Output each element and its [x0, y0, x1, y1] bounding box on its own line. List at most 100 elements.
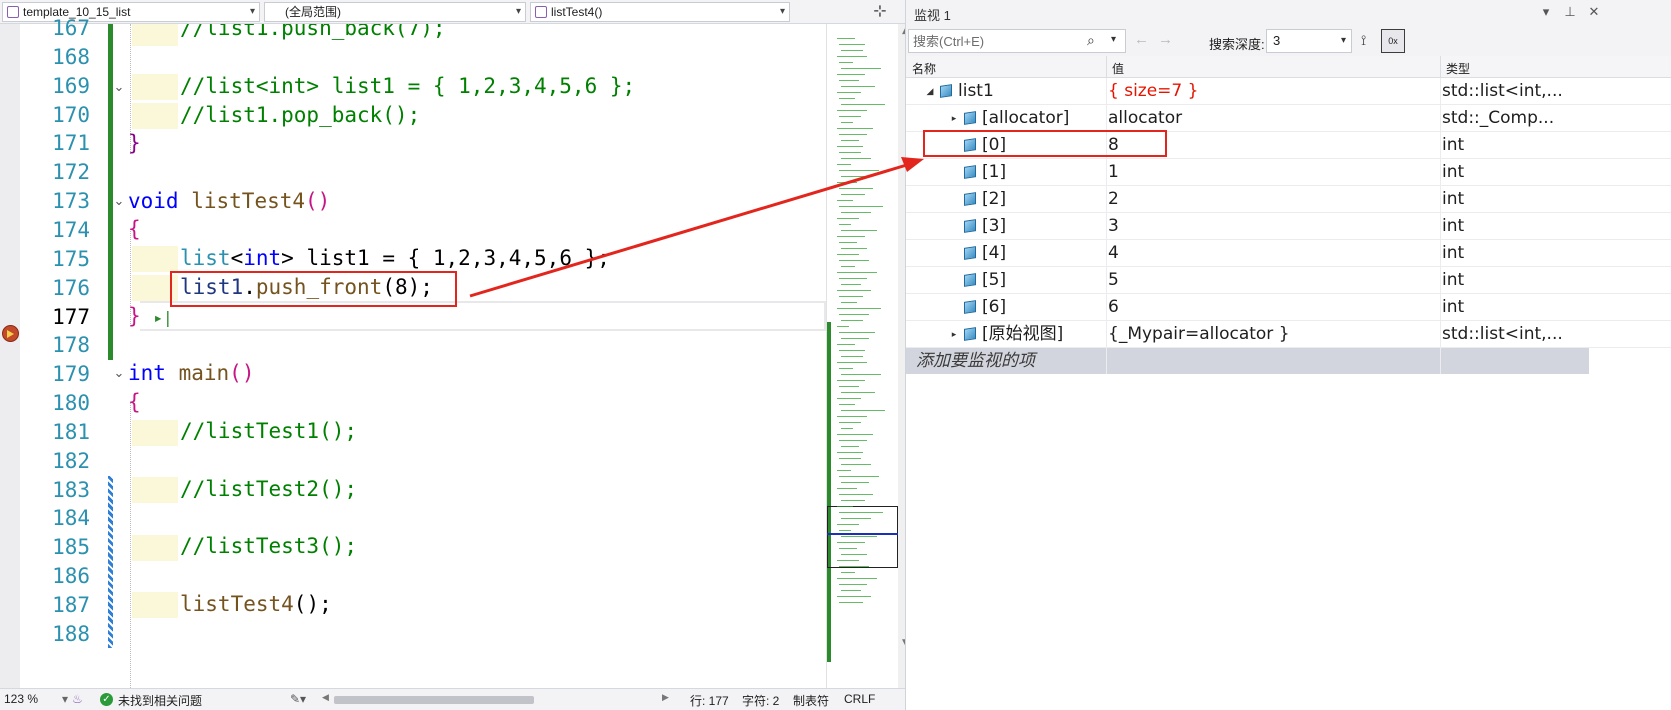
minimap-line — [837, 344, 855, 345]
horizontal-scroll-thumb[interactable] — [334, 696, 534, 704]
column-value-header[interactable]: 值 — [1112, 60, 1124, 77]
column-divider — [1106, 294, 1107, 321]
indicator-margin[interactable] — [0, 24, 20, 688]
chevron-down-icon[interactable]: ▾ — [1111, 34, 1116, 45]
search-depth-dropdown[interactable]: 3 ▾ — [1266, 29, 1352, 53]
watch-row-value[interactable]: 5 — [1108, 267, 1119, 293]
minimap-line — [841, 338, 869, 339]
minimap-line — [839, 350, 865, 351]
search-icon[interactable]: ⌕ — [1087, 32, 1095, 49]
code-minimap[interactable] — [826, 24, 898, 688]
code-line-169: //list<int> list1 = { 1,2,3,4,5,6 }; — [180, 74, 636, 98]
watch-row[interactable]: [5] 5 int — [906, 267, 1671, 294]
watch-row[interactable]: [6] 6 int — [906, 294, 1671, 321]
watch-row-name-cell: ▸ [allocator] — [906, 105, 1070, 132]
minimap-line — [841, 320, 863, 321]
minimap-line — [839, 278, 867, 279]
minimap-line — [839, 44, 865, 45]
split-editor-button[interactable]: ⊹ — [868, 2, 892, 22]
watch-row-name-cell: [6] — [906, 294, 1006, 320]
watch-object-icon — [964, 300, 976, 314]
cleanup-icon[interactable]: ✎▾ — [290, 692, 306, 706]
column-divider — [1106, 267, 1107, 294]
window-menu-icon[interactable]: ▾ — [1538, 4, 1554, 20]
minimap-line — [839, 116, 861, 117]
line-position[interactable]: 行: 177 — [690, 692, 729, 709]
minimap-line — [841, 572, 855, 573]
minimap-line — [839, 512, 883, 513]
column-divider[interactable] — [1440, 56, 1441, 78]
line-number: 188 — [52, 621, 90, 646]
pin-icon[interactable]: ⟟ — [1361, 32, 1366, 49]
minimap-line — [841, 536, 877, 537]
pin-window-icon[interactable]: ⊥ — [1562, 4, 1578, 20]
hex-display-icon[interactable]: 0x — [1381, 29, 1405, 53]
issues-status[interactable]: 未找到相关问题 — [118, 692, 202, 709]
watch-row-value[interactable]: 3 — [1108, 213, 1119, 239]
zoom-dropdown-icon[interactable]: ▾ — [62, 692, 68, 706]
code-line-179: int main() — [128, 361, 255, 385]
add-watch-item[interactable]: 添加要监视的项 — [906, 348, 1589, 374]
search-input[interactable] — [913, 32, 1083, 50]
minimap-line — [839, 188, 873, 189]
expanded-triangle-icon[interactable]: ◢ — [924, 79, 936, 105]
scroll-left-icon[interactable]: ◀ — [322, 692, 329, 703]
watch-row-value[interactable]: 1 — [1108, 159, 1119, 185]
watch-row[interactable]: [2] 2 int — [906, 186, 1671, 213]
minimap-line — [837, 452, 863, 453]
watch-row-name-cell: [4] — [906, 240, 1006, 266]
scope-dropdown-label: (全局范围) — [285, 5, 341, 19]
watch-row-value[interactable]: { size=7 } — [1108, 78, 1198, 104]
column-type-header[interactable]: 类型 — [1446, 60, 1470, 77]
watch-row[interactable]: ▸ [allocator] allocator std::_Comp... — [906, 105, 1671, 132]
minimap-line — [837, 236, 865, 237]
function-dropdown[interactable]: listTest4() ▾ — [530, 2, 790, 22]
column-divider[interactable] — [1106, 56, 1107, 78]
watch-row[interactable]: ▸ [原始视图] {_Mypair=allocator } std::list<int… — [906, 321, 1671, 348]
column-name-header[interactable]: 名称 — [912, 60, 936, 77]
watch-row[interactable]: [4] 4 int — [906, 240, 1671, 267]
line-ending[interactable]: CRLF — [844, 692, 875, 706]
zoom-level[interactable]: 123 % — [4, 692, 38, 706]
scroll-right-icon[interactable]: ▶ — [662, 692, 669, 703]
minimap-line — [839, 206, 883, 207]
watch-row-value[interactable]: 2 — [1108, 186, 1119, 212]
search-field[interactable]: ⌕ ▾ — [908, 29, 1126, 53]
minimap-line — [841, 248, 867, 249]
collapsed-triangle-icon[interactable]: ▸ — [948, 106, 960, 132]
code-line-171: } — [128, 131, 141, 155]
collapsed-triangle-icon[interactable]: ▸ — [948, 322, 960, 348]
line-number: 176 — [52, 275, 90, 300]
watch-row-value[interactable]: 6 — [1108, 294, 1119, 320]
watch-object-icon — [940, 84, 952, 98]
minimap-line — [841, 446, 859, 447]
watch-row-value[interactable]: {_Mypair=allocator } — [1108, 321, 1290, 347]
minimap-line — [837, 506, 853, 507]
watch-row-value[interactable]: 4 — [1108, 240, 1119, 266]
minimap-line — [841, 464, 871, 465]
minimap-line — [837, 182, 857, 183]
minimap-line — [837, 56, 867, 57]
minimap-viewport[interactable] — [827, 506, 898, 568]
column-divider — [1106, 213, 1107, 240]
watch-row[interactable]: ◢ list1 { size=7 } std::list<int,... — [906, 78, 1671, 105]
watch-row[interactable]: [3] 3 int — [906, 213, 1671, 240]
arrow-right-icon[interactable]: → — [1158, 31, 1173, 48]
char-position[interactable]: 字符: 2 — [742, 692, 779, 709]
arrow-left-icon[interactable]: ← — [1134, 31, 1149, 48]
column-divider — [1106, 240, 1107, 267]
horizontal-scrollbar[interactable]: ◀ ▶ — [322, 692, 672, 705]
minimap-line — [839, 566, 869, 567]
watch-row-type: int — [1442, 243, 1465, 263]
ai-assist-icon[interactable]: ♨ — [72, 692, 83, 706]
scope-dropdown[interactable]: (全局范围) ▾ — [264, 2, 526, 22]
watch-row-value[interactable]: allocator — [1108, 105, 1182, 131]
minimap-line — [837, 164, 851, 165]
watch-row[interactable]: [1] 1 int — [906, 159, 1671, 186]
close-icon[interactable]: ✕ — [1586, 4, 1602, 20]
code-line-183: //listTest2(); — [180, 477, 358, 501]
minimap-line — [837, 290, 871, 291]
indent-mode[interactable]: 制表符 — [793, 692, 829, 709]
code-text-area[interactable]: ⌄ ⌄ ⌄ //list1.push_back(7); //list<int> … — [108, 24, 826, 688]
code-line-181: //listTest1(); — [180, 419, 358, 443]
